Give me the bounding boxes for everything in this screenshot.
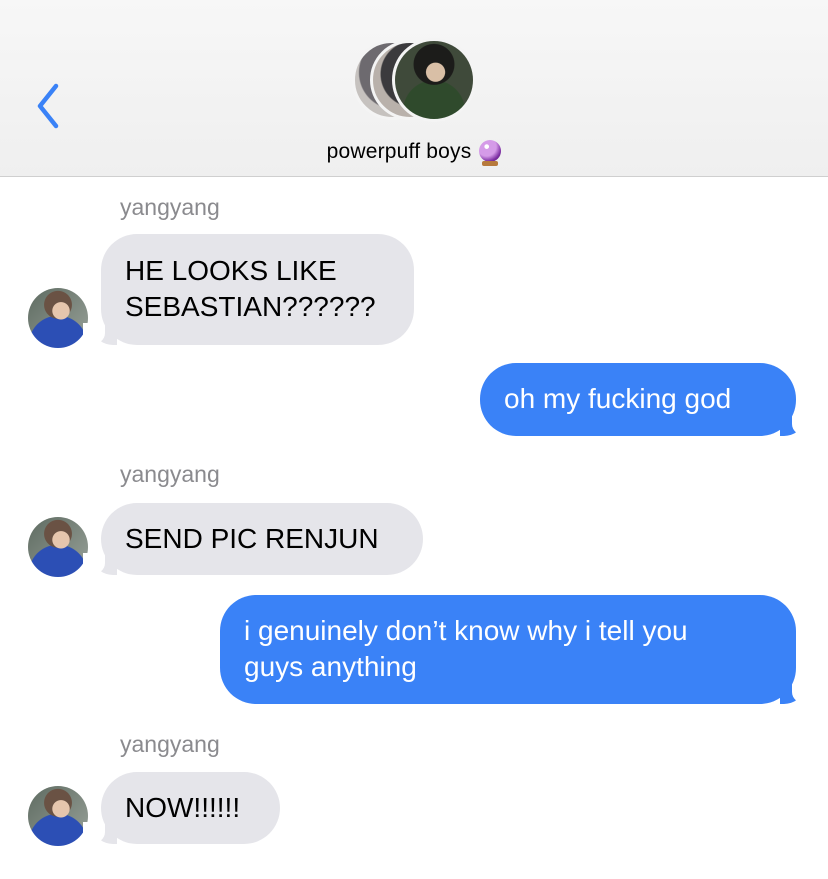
crystal-ball-icon <box>479 140 502 166</box>
message-bubble[interactable]: SEND PIC RENJUN <box>101 503 423 575</box>
avatar[interactable] <box>28 288 88 348</box>
message-line: SEND PIC RENJUN <box>125 523 379 554</box>
conversation-screen: powerpuff boys yangyang HE LOOKS LIKE SE… <box>0 0 828 879</box>
sender-name: yangyang <box>120 461 220 487</box>
message-line: i genuinely don’t know why i tell you <box>244 615 688 646</box>
sender-name: yangyang <box>120 194 220 220</box>
message-bubble[interactable]: oh my fucking god <box>480 363 796 436</box>
back-button[interactable] <box>26 78 70 134</box>
group-avatars[interactable] <box>352 38 482 124</box>
message-line: oh my fucking god <box>504 383 732 414</box>
sender-name: yangyang <box>120 731 220 757</box>
message-line: guys anything <box>244 651 417 682</box>
avatar[interactable] <box>28 517 88 577</box>
message-bubble[interactable]: NOW!!!!!! <box>101 772 280 844</box>
message-line: NOW!!!!!! <box>125 792 241 823</box>
avatar[interactable] <box>28 786 88 846</box>
chevron-left-icon <box>37 83 59 129</box>
group-name-label: powerpuff boys <box>326 140 472 163</box>
group-title[interactable]: powerpuff boys <box>0 140 828 166</box>
message-bubble[interactable]: HE LOOKS LIKE SEBASTIAN?????? <box>101 234 414 345</box>
message-line: HE LOOKS LIKE <box>125 255 337 286</box>
group-avatar <box>392 38 476 122</box>
conversation-header: powerpuff boys <box>0 0 828 177</box>
message-line: SEBASTIAN?????? <box>125 291 376 322</box>
message-bubble[interactable]: i genuinely don’t know why i tell you gu… <box>220 595 796 704</box>
